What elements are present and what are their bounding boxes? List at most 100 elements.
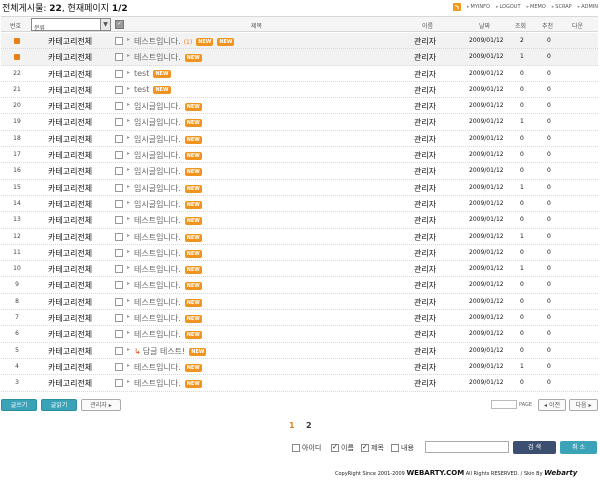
next-button[interactable]: 다음 ▸ (569, 399, 598, 411)
category-select[interactable]: 분류 ▼ (31, 18, 111, 32)
post-title[interactable]: 테스트입니다. NEW (134, 248, 202, 259)
post-author[interactable]: 관리자 (414, 313, 436, 324)
post-title[interactable]: 테스트입니다. NEW (134, 362, 202, 373)
post-title[interactable]: test NEW (134, 85, 171, 94)
search-option-id[interactable]: 아이디 (292, 443, 321, 453)
post-title[interactable]: 테스트입니다. NEW (134, 264, 202, 275)
post-category[interactable]: 카테고리전체 (48, 346, 92, 357)
post-author[interactable]: 관리자 (414, 280, 436, 291)
row-checkbox[interactable] (115, 281, 123, 290)
post-author[interactable]: 관리자 (414, 85, 436, 96)
row-checkbox[interactable] (115, 199, 123, 208)
link-myinfo[interactable]: MYINFO (467, 4, 490, 10)
table-row[interactable]: 카테고리전체 ▸ 테스트입니다. NEW 관리자 2009/01/12 1 0 (1, 49, 598, 66)
table-row[interactable]: 6 카테고리전체 ▸ 테스트입니다. NEW 관리자 2009/01/12 0 0 (1, 326, 598, 343)
search-option-title[interactable]: 제목 (361, 443, 384, 453)
post-author[interactable]: 관리자 (414, 134, 436, 145)
table-row[interactable]: 8 카테고리전체 ▸ 테스트입니다. NEW 관리자 2009/01/12 0 0 (1, 294, 598, 311)
post-title[interactable]: 임시글입니다. NEW (134, 101, 202, 112)
row-checkbox[interactable] (115, 232, 123, 241)
row-checkbox[interactable] (115, 362, 123, 371)
table-row[interactable]: 11 카테고리전체 ▸ 테스트입니다. NEW 관리자 2009/01/12 0 0 (1, 245, 598, 262)
post-title[interactable]: 테스트입니다. NEW (134, 378, 202, 389)
table-row[interactable]: 20 카테고리전체 ▸ 임시글입니다. NEW 관리자 2009/01/12 0 0 (1, 98, 598, 115)
row-checkbox[interactable] (115, 297, 123, 306)
post-author[interactable]: 관리자 (414, 362, 436, 373)
row-checkbox[interactable] (115, 379, 123, 388)
post-title[interactable]: 테스트입니다. NEW (134, 52, 202, 63)
admin-menu-button[interactable]: 관리자 ▸ (81, 399, 121, 411)
table-row[interactable]: 7 카테고리전체 ▸ 테스트입니다. NEW 관리자 2009/01/12 0 0 (1, 310, 598, 327)
cancel-button[interactable]: 취 소 (560, 441, 597, 454)
table-row[interactable]: 19 카테고리전체 ▸ 임시글입니다. NEW 관리자 2009/01/12 1 0 (1, 114, 598, 131)
post-author[interactable]: 관리자 (414, 297, 436, 308)
table-row[interactable]: 14 카테고리전체 ▸ 임시글입니다. NEW 관리자 2009/01/12 0 0 (1, 196, 598, 213)
post-author[interactable]: 관리자 (414, 199, 436, 210)
post-author[interactable]: 관리자 (414, 232, 436, 243)
row-checkbox[interactable] (115, 167, 123, 176)
read-button[interactable]: 글읽기 (41, 399, 77, 411)
search-option-content-checkbox[interactable] (391, 444, 399, 452)
post-title[interactable]: 임시글입니다. NEW (134, 199, 202, 210)
post-author[interactable]: 관리자 (414, 183, 436, 194)
row-checkbox[interactable] (115, 314, 123, 323)
row-checkbox[interactable] (115, 134, 123, 143)
post-category[interactable]: 카테고리전체 (48, 313, 92, 324)
post-title[interactable]: 테스트입니다. NEW (134, 215, 202, 226)
search-option-id-checkbox[interactable] (292, 444, 300, 452)
post-author[interactable]: 관리자 (414, 166, 436, 177)
post-author[interactable]: 관리자 (414, 378, 436, 389)
post-author[interactable]: 관리자 (414, 69, 436, 80)
page-link-current[interactable]: 1 (289, 421, 295, 430)
post-title[interactable]: 임시글입니다. NEW (134, 166, 202, 177)
row-checkbox[interactable] (115, 265, 123, 274)
post-title[interactable]: 테스트입니다. NEW (134, 329, 202, 340)
write-button[interactable]: 글쓰기 (1, 399, 37, 411)
post-category[interactable]: 카테고리전체 (48, 134, 92, 145)
post-category[interactable]: 카테고리전체 (48, 248, 92, 259)
post-category[interactable]: 카테고리전체 (48, 232, 92, 243)
table-row[interactable]: 13 카테고리전체 ▸ 테스트입니다. NEW 관리자 2009/01/12 0 0 (1, 212, 598, 229)
post-author[interactable]: 관리자 (414, 248, 436, 259)
row-checkbox[interactable] (115, 118, 123, 127)
link-memo[interactable]: MEMO (527, 4, 546, 10)
post-category[interactable]: 카테고리전체 (48, 215, 92, 226)
post-category[interactable]: 카테고리전체 (48, 183, 92, 194)
post-category[interactable]: 카테고리전체 (48, 85, 92, 96)
post-author[interactable]: 관리자 (414, 346, 436, 357)
post-author[interactable]: 관리자 (414, 150, 436, 161)
post-author[interactable]: 관리자 (414, 117, 436, 128)
prev-button[interactable]: ◂ 이전 (538, 399, 566, 411)
link-logout[interactable]: LOGOUT (496, 4, 520, 10)
table-row[interactable]: 4 카테고리전체 ▸ 테스트입니다. NEW 관리자 2009/01/12 1 0 (1, 359, 598, 376)
row-checkbox[interactable] (115, 85, 123, 94)
post-title[interactable]: 테스트입니다. NEW (134, 280, 202, 291)
post-category[interactable]: 카테고리전체 (48, 69, 92, 80)
post-title[interactable]: 임시글입니다. NEW (134, 150, 202, 161)
post-category[interactable]: 카테고리전체 (48, 264, 92, 275)
row-checkbox[interactable] (115, 151, 123, 160)
table-row[interactable]: 카테고리전체 ▸ 테스트입니다. (1) NEW NEW 관리자 2009/01/12 2 0 (1, 33, 598, 50)
post-category[interactable]: 카테고리전체 (48, 166, 92, 177)
post-author[interactable]: 관리자 (414, 36, 436, 47)
post-category[interactable]: 카테고리전체 (48, 117, 92, 128)
post-title[interactable]: 임시글입니다. NEW (134, 183, 202, 194)
rss-icon[interactable] (453, 3, 462, 11)
post-category[interactable]: 카테고리전체 (48, 199, 92, 210)
table-row[interactable]: 16 카테고리전체 ▸ 임시글입니다. NEW 관리자 2009/01/12 0 0 (1, 163, 598, 180)
row-checkbox[interactable] (115, 216, 123, 225)
table-row[interactable]: 9 카테고리전체 ▸ 테스트입니다. NEW 관리자 2009/01/12 0 0 (1, 277, 598, 294)
row-checkbox[interactable] (115, 330, 123, 339)
post-author[interactable]: 관리자 (414, 52, 436, 63)
page-number-input[interactable] (491, 400, 517, 409)
table-row[interactable]: 12 카테고리전체 ▸ 테스트입니다. NEW 관리자 2009/01/12 1 0 (1, 229, 598, 245)
table-row[interactable]: 17 카테고리전체 ▸ 임시글입니다. NEW 관리자 2009/01/12 0 0 (1, 147, 598, 164)
post-title[interactable]: 테스트입니다. NEW (134, 313, 202, 324)
post-author[interactable]: 관리자 (414, 264, 436, 275)
row-checkbox[interactable] (115, 248, 123, 257)
search-option-name[interactable]: 이름 (331, 443, 354, 453)
post-title[interactable]: 임시글입니다. NEW (134, 117, 202, 128)
select-all-checkbox[interactable] (115, 20, 124, 29)
post-title[interactable]: 테스트입니다. NEW (134, 297, 202, 308)
post-author[interactable]: 관리자 (414, 215, 436, 226)
